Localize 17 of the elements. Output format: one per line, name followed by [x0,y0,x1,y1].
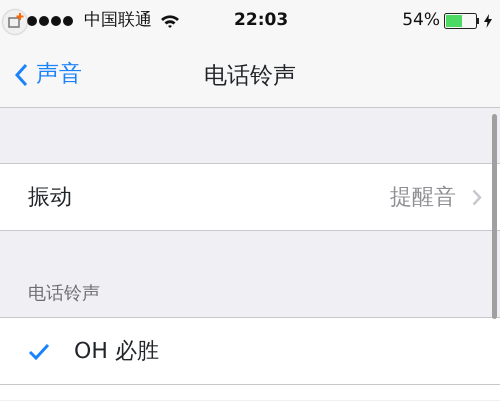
battery-percent: 54% [402,9,440,32]
ringtone-name: OH 必胜 [74,338,159,366]
back-icon [14,62,28,86]
charging-icon [484,14,492,28]
ringtone-row[interactable]: OH 必胜 [0,317,500,385]
row-label: 振动 [28,184,72,212]
checkmark-icon [28,342,50,360]
wifi-icon [160,14,180,28]
screenshot-tool-icon[interactable] [3,10,27,34]
row-value: 提醒音 [390,184,456,212]
status-time: 22:03 [234,10,288,30]
carrier-name: 中国联通 [84,9,152,32]
section-header: 电话铃声 [28,282,100,306]
nav-title: 电话铃声 [204,63,296,89]
battery-icon [444,13,480,29]
vibration-row[interactable]: 振动 提醒音 [0,163,500,231]
chevron-icon [472,188,482,206]
